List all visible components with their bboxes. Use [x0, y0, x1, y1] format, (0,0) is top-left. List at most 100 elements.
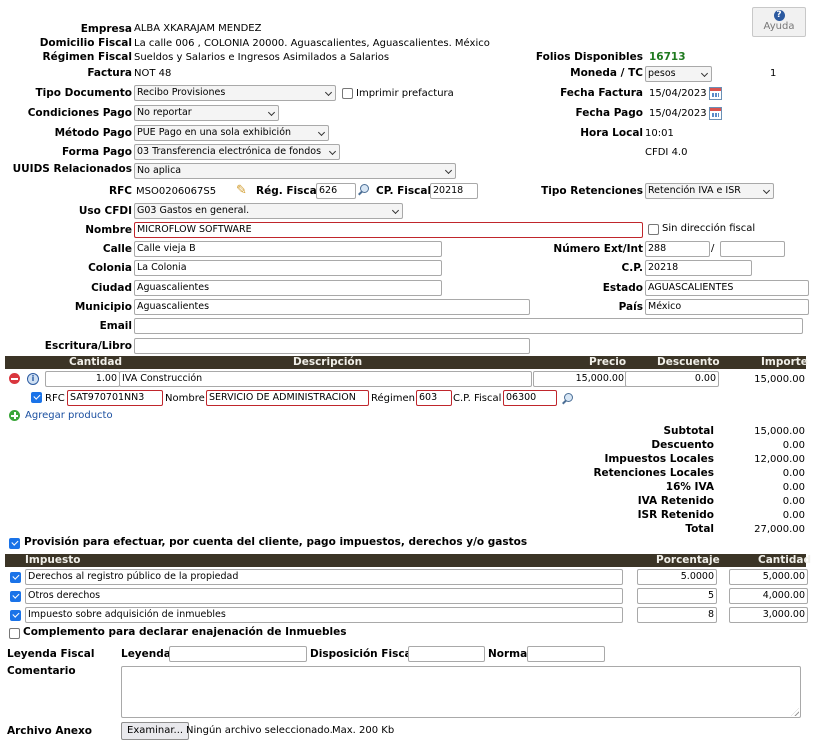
- total-label-3: Impuestos Locales: [604, 453, 714, 465]
- factura-value: NOT 48: [134, 68, 172, 79]
- help-icon: ?: [773, 10, 785, 21]
- moneda-select[interactable]: pesos: [645, 66, 712, 82]
- tax-amount-input-1[interactable]: 5,000.00: [729, 569, 808, 585]
- tax-name-input-2[interactable]: Otros derechos: [25, 588, 623, 604]
- forma-pago-label: Forma Pago: [61, 146, 132, 158]
- total-value-3: 12,000.00: [754, 454, 805, 465]
- tercero-search-icon[interactable]: [561, 392, 574, 405]
- item-importe: 15,000.00: [754, 374, 805, 385]
- provision-checkbox[interactable]: [9, 538, 20, 549]
- complemento-checkbox[interactable]: [9, 628, 20, 639]
- tax-checkbox-2[interactable]: [10, 591, 21, 602]
- colonia-input[interactable]: La Colonia: [134, 260, 442, 276]
- col-descuento: Descuento: [657, 356, 720, 368]
- nombre-label: Nombre: [85, 224, 132, 236]
- resize-handle-icon[interactable]: [791, 708, 799, 716]
- item-cantidad-input[interactable]: 1.00: [45, 371, 120, 387]
- fecha-factura-calendar-icon[interactable]: [709, 87, 722, 100]
- municipio-label: Municipio: [74, 301, 132, 313]
- fecha-pago-calendar-icon[interactable]: [709, 107, 722, 120]
- tercero-checkbox[interactable]: [31, 392, 42, 403]
- reg-fiscal-label: Rég. Fiscal: [256, 185, 321, 197]
- edit-pencil-icon[interactable]: ✎: [236, 183, 247, 198]
- uso-cfdi-select[interactable]: G03 Gastos en general.: [134, 203, 403, 219]
- cp-input[interactable]: 20218: [645, 260, 752, 276]
- remove-item-icon[interactable]: [9, 373, 20, 384]
- tercero-cp-input[interactable]: 06300: [503, 390, 557, 406]
- tax-name-input-3[interactable]: Impuesto sobre adquisición de inmuebles: [25, 607, 623, 623]
- tercero-nombre-label: Nombre: [165, 393, 205, 404]
- fecha-pago-value: 15/04/2023: [649, 108, 707, 119]
- numero-ext-input[interactable]: 288: [645, 241, 710, 257]
- tercero-nombre-input[interactable]: SERVICIO DE ADMINISTRACION: [206, 390, 369, 406]
- ciudad-input[interactable]: Aguascalientes: [134, 280, 442, 296]
- norma-input[interactable]: [527, 646, 605, 662]
- metodo-pago-select[interactable]: PUE Pago en una sola exhibición: [134, 125, 329, 141]
- info-icon[interactable]: i: [27, 373, 39, 385]
- item-descuento-input[interactable]: 0.00: [625, 371, 719, 387]
- estado-input[interactable]: AGUASCALIENTES: [645, 280, 809, 296]
- item-precio-input[interactable]: 15,000.00: [533, 371, 627, 387]
- item-descripcion-input[interactable]: IVA Construcción: [119, 371, 532, 387]
- add-product-link[interactable]: Agregar producto: [25, 410, 113, 421]
- examinar-button[interactable]: Examinar...: [121, 722, 190, 740]
- estado-label: Estado: [602, 282, 643, 294]
- domicilio-label: Domicilio Fiscal: [39, 37, 132, 49]
- condiciones-pago-select[interactable]: No reportar: [134, 105, 279, 121]
- condiciones-pago-label: Condiciones Pago: [27, 107, 132, 119]
- rfc-label: RFC: [109, 185, 132, 197]
- email-input[interactable]: [134, 318, 803, 334]
- numero-int-input[interactable]: [720, 241, 785, 257]
- tax-amount-input-2[interactable]: 4,000.00: [729, 588, 808, 604]
- tax-name-input-1[interactable]: Derechos al registro público de la propi…: [25, 569, 623, 585]
- tax-pct-input-3[interactable]: 8: [637, 607, 717, 623]
- tercero-rfc-input[interactable]: SAT970701NN3: [67, 390, 163, 406]
- nombre-input[interactable]: MICROFLOW SOFTWARE: [134, 222, 643, 238]
- imprimir-prefactura-checkbox[interactable]: [342, 88, 353, 99]
- cp-fiscal-label: CP. Fiscal: [376, 185, 432, 197]
- reg-fiscal-input[interactable]: 626: [316, 183, 356, 199]
- empresa-value: ALBA XKARAJAM MENDEZ: [134, 23, 262, 34]
- uso-cfdi-label: Uso CFDI: [78, 205, 132, 217]
- moneda-label: Moneda / TC: [570, 67, 643, 79]
- help-button[interactable]: ? Ayuda: [752, 7, 806, 37]
- numero-separator: /: [711, 243, 715, 254]
- leyenda-fiscal-label: Leyenda Fiscal: [7, 648, 95, 660]
- tax-checkbox-1[interactable]: [10, 572, 21, 583]
- tipo-retenciones-select[interactable]: Retención IVA e ISR: [645, 183, 774, 199]
- tax-pct-input-2[interactable]: 5: [637, 588, 717, 604]
- escritura-input[interactable]: [134, 338, 530, 354]
- cfdi-version: CFDI 4.0: [645, 147, 688, 158]
- col-cantidad: Cantidad: [69, 356, 123, 368]
- search-icon[interactable]: [357, 183, 370, 196]
- forma-pago-select[interactable]: 03 Transferencia electrónica de fondos: [134, 144, 340, 160]
- items-table-header: Cantidad Descripción Precio Descuento Im…: [5, 356, 808, 369]
- tipo-documento-select[interactable]: Recibo Provisiones: [134, 85, 336, 101]
- total-label-5: 16% IVA: [665, 481, 714, 493]
- leyenda-input[interactable]: [169, 646, 307, 662]
- total-label-8: Total: [685, 523, 714, 535]
- disposicion-input[interactable]: [408, 646, 485, 662]
- tipo-retenciones-label: Tipo Retenciones: [541, 185, 643, 197]
- pais-input[interactable]: México: [645, 299, 809, 315]
- uuids-select[interactable]: No aplica: [134, 163, 456, 179]
- sin-direccion-checkbox[interactable]: [648, 224, 659, 235]
- add-product-icon[interactable]: [9, 410, 20, 421]
- tax-amount-input-3[interactable]: 3,000.00: [729, 607, 808, 623]
- comentario-textarea[interactable]: [121, 666, 801, 718]
- total-label-4: Retenciones Locales: [593, 467, 714, 479]
- municipio-input[interactable]: Aguascalientes: [134, 299, 530, 315]
- calle-input[interactable]: Calle vieja B: [134, 241, 442, 257]
- tax-checkbox-3[interactable]: [10, 610, 21, 621]
- tercero-regimen-input[interactable]: 603: [416, 390, 452, 406]
- folios-label: Folios Disponibles: [535, 51, 643, 63]
- colonia-label: Colonia: [88, 262, 132, 274]
- col-descripcion: Descripción: [293, 356, 363, 368]
- archivo-status: Ningún archivo seleccionado.: [186, 725, 333, 736]
- uuids-label: UUIDS Relacionados: [12, 163, 132, 175]
- total-label-6: IVA Retenido: [637, 495, 714, 507]
- total-value-8: 27,000.00: [754, 524, 805, 535]
- tc-value: 1: [770, 68, 777, 79]
- cp-fiscal-input[interactable]: 20218: [430, 183, 478, 199]
- tax-pct-input-1[interactable]: 5.0000: [637, 569, 717, 585]
